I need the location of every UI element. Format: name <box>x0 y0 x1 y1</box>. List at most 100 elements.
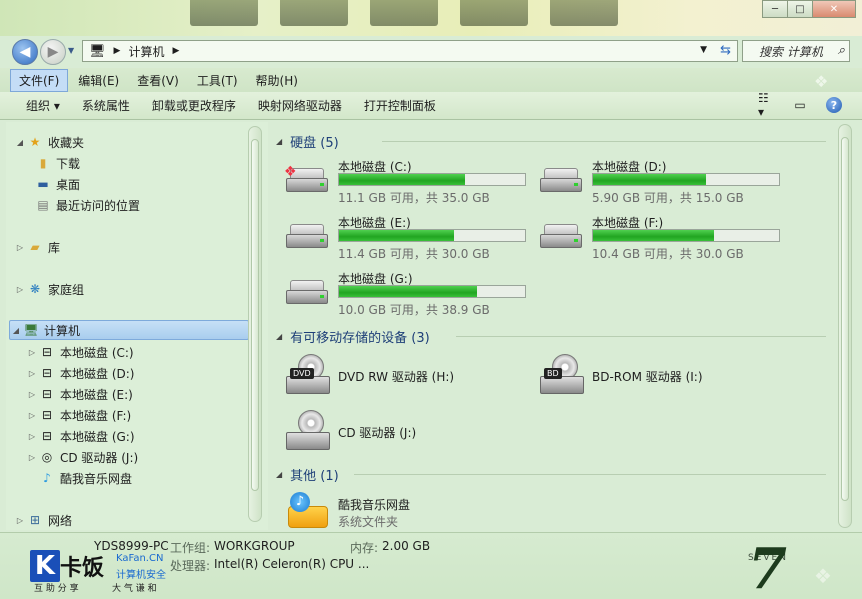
organize-button[interactable]: 组织 ▾ <box>26 97 60 114</box>
collapse-arrow-icon[interactable]: ◢ <box>10 326 22 335</box>
sidebar-item-desktop[interactable]: ▬ 桌面 <box>34 174 80 194</box>
back-button[interactable]: ◀ <box>12 39 38 65</box>
menu-file[interactable]: 文件(F) <box>10 68 69 92</box>
collapse-arrow-icon[interactable]: ◢ <box>14 138 26 147</box>
group-divider <box>354 474 826 475</box>
workgroup-value: WORKGROUP <box>214 539 295 553</box>
collapse-arrow-icon[interactable]: ◢ <box>276 470 282 479</box>
breadcrumb-separator-icon[interactable]: ▶ <box>114 46 121 56</box>
expand-arrow-icon[interactable]: ▷ <box>26 432 38 441</box>
address-dropdown-icon[interactable]: ▼ <box>700 45 707 55</box>
address-bar[interactable]: 🖥 ▶ 计算机 ▶ ▼ ⇆ <box>82 40 738 62</box>
collapse-arrow-icon[interactable]: ◢ <box>276 137 282 146</box>
recent-pages-dropdown-icon[interactable]: ▼ <box>68 46 74 55</box>
menu-help[interactable]: 帮助(H) <box>248 70 306 91</box>
sidebar-item-label: 本地磁盘 (F:) <box>60 408 132 423</box>
hard-drive-icon <box>538 224 584 254</box>
open-control-panel-button[interactable]: 打开控制面板 <box>364 97 436 114</box>
sidebar-item-label: 酷我音乐网盘 <box>60 471 133 486</box>
uninstall-program-button[interactable]: 卸载或更改程序 <box>152 97 236 114</box>
menu-tools[interactable]: 工具(T) <box>189 70 246 91</box>
sidebar-item-drive-c[interactable]: ▷ ⊟ 本地磁盘 (C:) <box>26 342 134 362</box>
navigation-pane-scrollbar[interactable] <box>248 126 262 522</box>
system-drive-icon: ⊟ <box>41 345 53 359</box>
system-drive-icon: ❖ <box>284 164 330 198</box>
sidebar-item-computer[interactable]: ◢ 🖥 计算机 <box>9 320 249 340</box>
help-icon[interactable]: ? <box>826 97 842 113</box>
sidebar-item-drive-g[interactable]: ▷ ⊟ 本地磁盘 (G:) <box>26 426 135 446</box>
group-header-removable[interactable]: ◢ 有可移动存储的设备 (3) <box>276 326 430 346</box>
group-header-other[interactable]: ◢ 其他 (1) <box>276 464 339 484</box>
menu-view[interactable]: 查看(V) <box>129 70 187 91</box>
sidebar-item-cd-drive[interactable]: ▷ ◎ CD 驱动器 (J:) <box>26 447 138 467</box>
expand-arrow-icon[interactable]: ▷ <box>26 453 38 462</box>
watermark-brand: 卡饭 <box>60 556 105 581</box>
device-item-dvd-rw[interactable]: DVD DVD RW 驱动器 (H:) <box>284 354 534 402</box>
hard-drive-icon <box>284 224 330 254</box>
sidebar-item-drive-d[interactable]: ▷ ⊟ 本地磁盘 (D:) <box>26 363 135 383</box>
menu-edit[interactable]: 编辑(E) <box>70 70 127 91</box>
refresh-icon[interactable]: ⇆ <box>720 43 731 58</box>
breadcrumb-computer[interactable]: 计算机 <box>128 43 164 60</box>
expand-arrow-icon[interactable]: ▷ <box>26 411 38 420</box>
menu-bar: 文件(F) 编辑(E) 查看(V) 工具(T) 帮助(H) <box>0 68 862 92</box>
kuwo-music-icon: ♪ <box>43 471 51 485</box>
drive-item-e[interactable]: 本地磁盘 (E:) 11.4 GB 可用，共 30.0 GB <box>284 214 534 264</box>
search-input[interactable]: 搜索 计算机 ⌕ <box>742 40 850 62</box>
group-title: 其他 (1) <box>290 468 339 484</box>
expand-arrow-icon[interactable]: ▷ <box>14 285 26 294</box>
device-item-bd-rom[interactable]: BD BD-ROM 驱动器 (I:) <box>538 354 788 402</box>
expand-arrow-icon[interactable]: ▷ <box>26 369 38 378</box>
group-header-hard-disks[interactable]: ◢ 硬盘 (5) <box>276 131 339 151</box>
other-item-kuwo[interactable]: ♪ 酷我音乐网盘 系统文件夹 <box>284 492 584 532</box>
sidebar-item-network[interactable]: ▷ ⊞ 网络 <box>14 510 72 530</box>
forward-arrow-icon: ▶ <box>47 44 59 60</box>
hard-drive-icon: ⊟ <box>41 366 53 380</box>
scrollbar-thumb[interactable] <box>251 139 259 491</box>
maximize-button[interactable]: □ <box>787 0 813 18</box>
device-item-cd[interactable]: CD 驱动器 (J:) <box>284 410 534 458</box>
close-button[interactable]: ✕ <box>812 0 856 18</box>
computer-name: YDS8999-PC <box>94 539 169 553</box>
breadcrumb-separator-icon[interactable]: ▶ <box>172 46 179 56</box>
windows-logo-watermark-icon: ❖ <box>814 72 829 91</box>
expand-arrow-icon[interactable]: ▷ <box>26 390 38 399</box>
forward-button[interactable]: ▶ <box>40 39 66 65</box>
group-title: 有可移动存储的设备 (3) <box>290 330 430 346</box>
workgroup-label: 工作组: <box>170 541 211 555</box>
drive-item-f[interactable]: 本地磁盘 (F:) 10.4 GB 可用，共 30.0 GB <box>538 214 788 264</box>
computer-icon: 🖥 <box>89 43 106 59</box>
sidebar-item-drive-f[interactable]: ▷ ⊟ 本地磁盘 (F:) <box>26 405 131 425</box>
cd-drive-icon: ◎ <box>41 450 53 464</box>
content-pane-scrollbar[interactable] <box>838 124 852 528</box>
map-network-drive-button[interactable]: 映射网络驱动器 <box>258 97 342 114</box>
expand-arrow-icon[interactable]: ▷ <box>14 243 26 252</box>
sidebar-item-favorites[interactable]: ◢ ★ 收藏夹 <box>14 132 84 152</box>
close-icon: ✕ <box>829 3 839 15</box>
sidebar-item-drive-e[interactable]: ▷ ⊟ 本地磁盘 (E:) <box>26 384 133 404</box>
expand-arrow-icon[interactable]: ▷ <box>14 516 26 525</box>
sidebar-item-downloads[interactable]: ▮ 下载 <box>34 153 80 173</box>
drive-item-c[interactable]: ❖ 本地磁盘 (C:) 11.1 GB 可用，共 35.0 GB <box>284 158 534 208</box>
system-properties-button[interactable]: 系统属性 <box>82 97 130 114</box>
drive-item-g[interactable]: 本地磁盘 (G:) 10.0 GB 可用，共 38.9 GB <box>284 270 534 320</box>
library-icon: ▰ <box>30 240 40 254</box>
sidebar-item-libraries[interactable]: ▷ ▰ 库 <box>14 237 60 257</box>
collapse-arrow-icon[interactable]: ◢ <box>276 332 282 341</box>
sidebar-item-kuwo-drive[interactable]: ♪ 酷我音乐网盘 <box>38 468 132 488</box>
processor-value: Intel(R) Celeron(R) CPU ... <box>214 557 370 571</box>
sidebar-item-recent-places[interactable]: ▤ 最近访问的位置 <box>34 195 140 215</box>
wallpaper-thumbnails <box>190 0 618 28</box>
expand-arrow-icon[interactable]: ▷ <box>26 348 38 357</box>
preview-pane-icon[interactable]: ▭ <box>792 97 808 113</box>
search-icon[interactable]: ⌕ <box>838 43 845 58</box>
minimize-button[interactable]: ─ <box>762 0 788 18</box>
sidebar-item-homegroup[interactable]: ▷ ❋ 家庭组 <box>14 279 84 299</box>
drive-free-space: 5.90 GB 可用，共 15.0 GB <box>592 191 744 205</box>
scrollbar-thumb[interactable] <box>841 137 849 501</box>
homegroup-icon: ❋ <box>29 282 41 296</box>
watermark-site: KaFan.CN <box>116 553 164 564</box>
drive-item-d[interactable]: 本地磁盘 (D:) 5.90 GB 可用，共 15.0 GB <box>538 158 788 208</box>
view-options-icon[interactable]: ☷ ▾ <box>758 91 774 119</box>
network-icon: ⊞ <box>29 513 41 527</box>
